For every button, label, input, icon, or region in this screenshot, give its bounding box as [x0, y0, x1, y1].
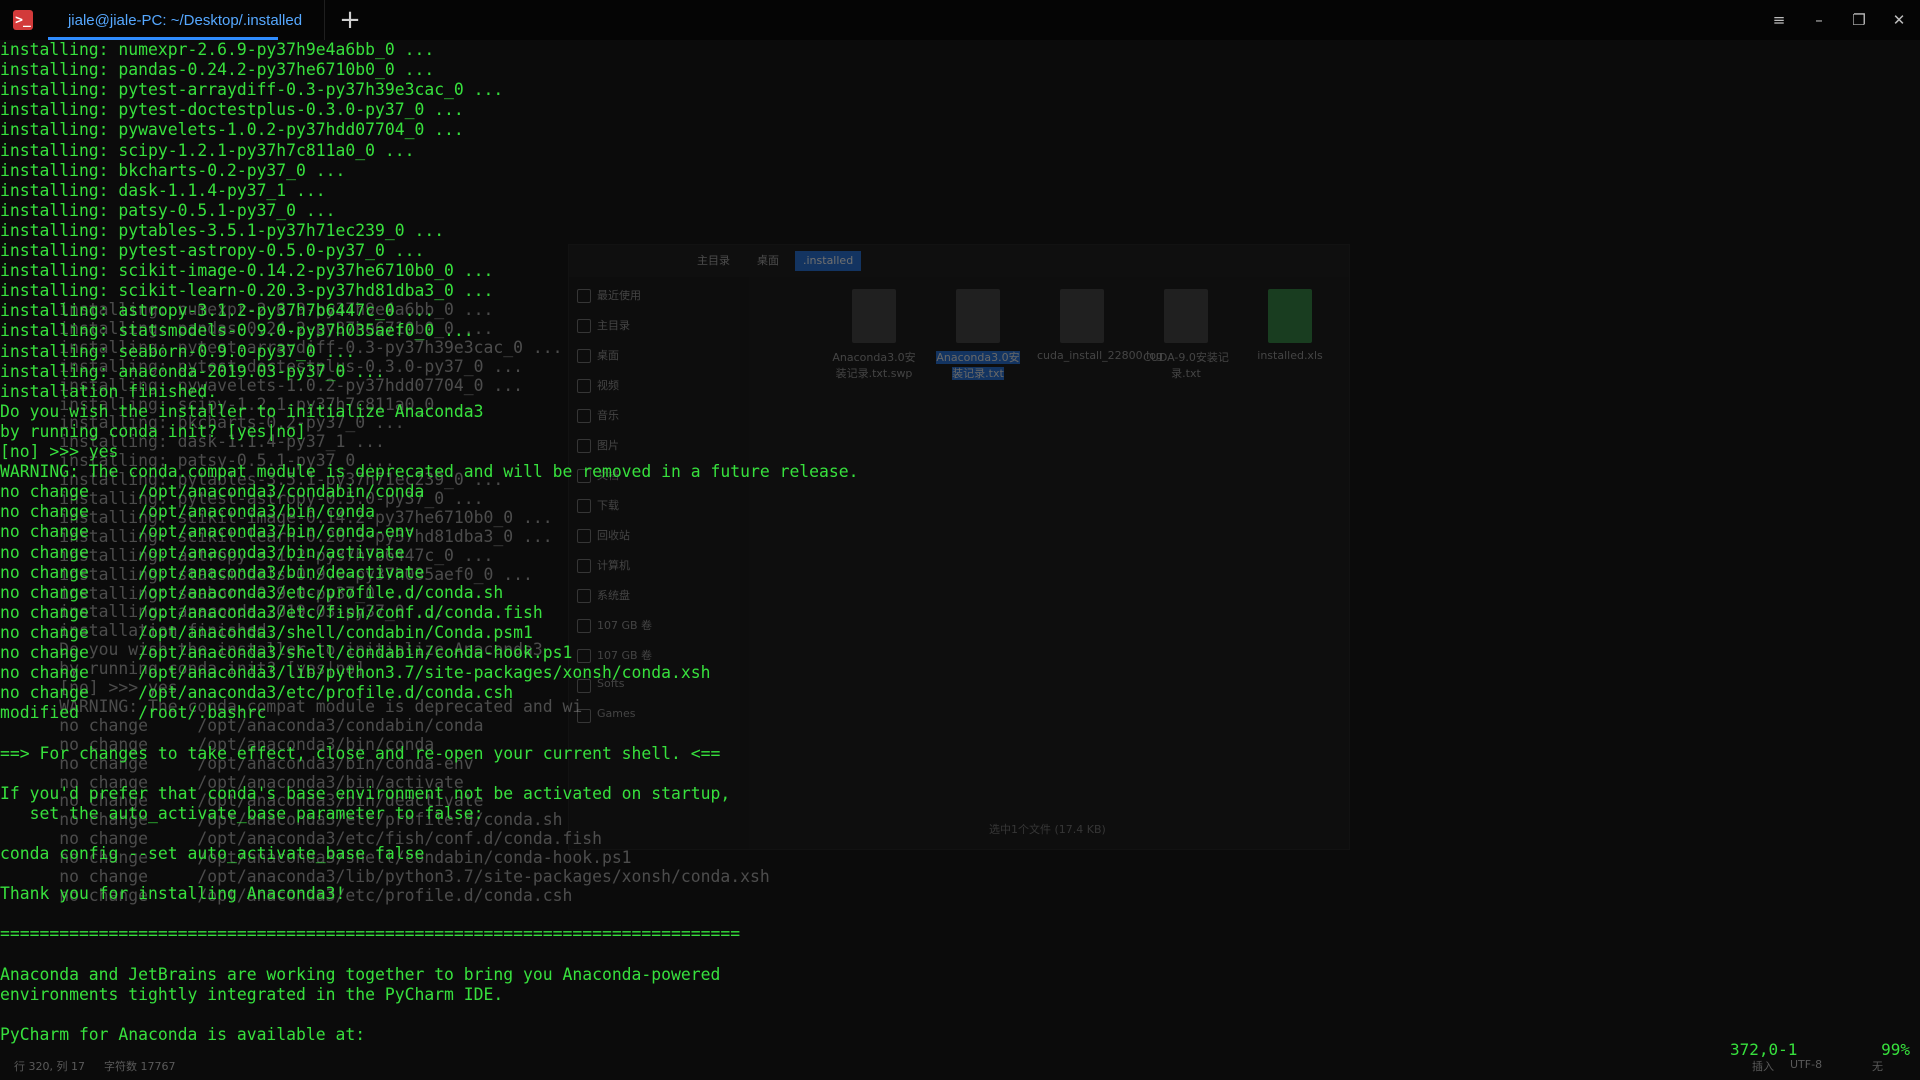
terminal-line: set the auto_activate_base parameter to … — [0, 803, 484, 823]
terminal-line: installing: pytest-doctestplus-0.3.0-py3… — [0, 100, 464, 120]
minimize-button[interactable]: – — [1804, 6, 1834, 34]
line-col-info: 行 320, 列 17 — [14, 1060, 85, 1073]
terminal-line: no change /opt/anaconda3/bin/deactivate — [0, 562, 425, 582]
tab-terminal[interactable]: jiale@jiale-PC: ~/Desktop/.installed — [46, 0, 325, 40]
encoding: UTF-8 — [1790, 1058, 1823, 1071]
terminal-line: installing: pytest-arraydiff-0.3-py37h39… — [0, 80, 504, 100]
terminal-line: installing: scikit-learn-0.20.3-py37hd81… — [0, 281, 494, 301]
terminal-line: installing: dask-1.1.4-py37_1 ... — [0, 180, 326, 200]
char-count: 字符数 17767 — [104, 1060, 176, 1073]
terminal-line: PyCharm for Anaconda is available at: — [0, 1024, 366, 1044]
terminal-line: no change /opt/anaconda3/bin/activate — [0, 542, 405, 562]
terminal-line: no change /opt/anaconda3/bin/conda-env — [0, 522, 415, 542]
tab-title: jiale@jiale-PC: ~/Desktop/.installed — [67, 11, 303, 29]
terminal-line: installing: bkcharts-0.2-py37_0 ... — [0, 160, 346, 180]
terminal-line: no change /opt/anaconda3/shell/condabin/… — [0, 643, 573, 662]
terminal-line: no change /opt/anaconda3/shell/condabin/… — [0, 622, 533, 642]
terminal-line: no change /opt/anaconda3/etc/profile.d/c… — [0, 683, 514, 703]
scroll-percent: 99% — [1881, 1040, 1910, 1059]
terminal-output[interactable]: installing: numexpr-2.6.9-py37h9e4a6bb_0… — [0, 40, 1920, 1044]
terminal-line: installing: scikit-image-0.14.2-py37he67… — [0, 261, 494, 281]
close-button[interactable]: ✕ — [1884, 6, 1914, 34]
terminal-line: modified /root/.bashrc — [0, 703, 267, 723]
terminal-line: installing: patsy-0.5.1-py37_0 ... — [0, 200, 336, 220]
terminal-line: installing: pytables-3.5.1-py37h71ec239_… — [0, 220, 445, 240]
terminal-line: installing: pywavelets-1.0.2-py37hdd0770… — [0, 120, 464, 140]
wrap-mode: 无 — [1872, 1060, 1883, 1073]
terminal-line: installing: statsmodels-0.9.0-py37h035ae… — [0, 321, 474, 341]
maximize-button[interactable]: ❐ — [1844, 6, 1874, 34]
terminal-line: conda config --set auto_activate_base fa… — [0, 844, 425, 863]
terminal-line: Anaconda and JetBrains are working toget… — [0, 964, 721, 984]
terminal-line: installing: numexpr-2.6.9-py37h9e4a6bb_0… — [0, 40, 435, 59]
new-tab-button[interactable]: + — [336, 6, 364, 34]
terminal-line: environments tightly integrated in the P… — [0, 984, 504, 1004]
cursor-position: 372,0-1 — [1730, 1040, 1798, 1059]
terminal-line: If you'd prefer that conda's base enviro… — [0, 783, 731, 803]
terminal-line: no change /opt/anaconda3/condabin/conda — [0, 482, 425, 502]
terminal-line: no change /opt/anaconda3/etc/profile.d/c… — [0, 582, 504, 602]
terminal-line: Thank you for installing Anaconda3! — [0, 884, 346, 904]
terminal-line: Do you wish the installer to initialize … — [0, 401, 484, 421]
terminal-line: installing: scipy-1.2.1-py37h7c811a0_0 .… — [0, 140, 415, 160]
input-mode: 插入 — [1752, 1060, 1774, 1073]
terminal-line: installing: anaconda-2019.03-py37_0 ... — [0, 361, 385, 381]
terminal-line: ========================================… — [0, 924, 741, 944]
terminal-line: installing: pytest-astropy-0.5.0-py37_0 … — [0, 241, 425, 260]
terminal-line: ==> For changes to take effect, close an… — [0, 743, 721, 763]
terminal-line: installing: pandas-0.24.2-py37he6710b0_0… — [0, 60, 435, 80]
terminal-line: installation finished. — [0, 381, 218, 401]
terminal-icon[interactable]: >_ — [13, 10, 33, 30]
terminal-line: no change /opt/anaconda3/bin/conda — [0, 502, 375, 522]
terminal-line: installing: seaborn-0.9.0-py37_0 ... — [0, 341, 356, 361]
title-bar: >_ jiale@jiale-PC: ~/Desktop/.installed … — [0, 0, 1920, 40]
terminal-line: by running conda init? [yes|no] — [0, 421, 306, 441]
terminal-line: no change /opt/anaconda3/etc/fish/conf.d… — [0, 602, 543, 622]
terminal-line: WARNING: The conda.compat module is depr… — [0, 462, 859, 482]
terminal-line: installing: astropy-3.1.2-py37h7b6447c_0… — [0, 301, 435, 321]
terminal-line: [no] >>> yes — [0, 442, 119, 461]
menu-icon[interactable]: ≡ — [1764, 6, 1794, 34]
terminal-line: no change /opt/anaconda3/lib/python3.7/s… — [0, 663, 711, 683]
